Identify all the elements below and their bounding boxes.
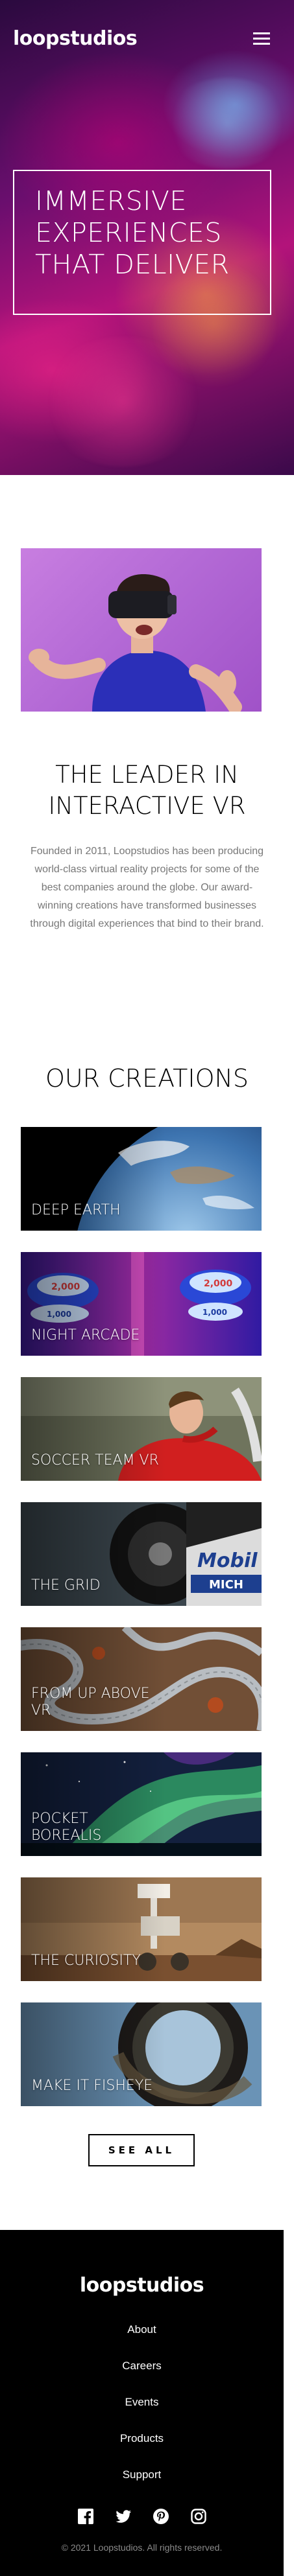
creation-label: NIGHT ARCADE	[31, 1327, 140, 1343]
interactive-description: Founded in 2011, Loopstudios has been pr…	[30, 846, 264, 929]
logo[interactable]: loopstudios	[13, 27, 138, 50]
hamburger-icon	[253, 32, 270, 34]
hero-title: IMMERSIVE EXPERIENCES THAT DELIVER	[35, 185, 230, 280]
footer-link-products[interactable]: Products	[0, 2431, 284, 2468]
creation-label: THE CURIOSITY	[31, 1953, 141, 1969]
instagram-icon[interactable]	[190, 2509, 206, 2524]
twitter-icon[interactable]	[115, 2509, 131, 2524]
copyright-text: © 2021 Loopstudios. All rights reserved.	[61, 2542, 223, 2553]
creation-label: FROM UP ABOVE VR	[31, 1686, 150, 1719]
footer: loopstudios About Careers Events Product…	[0, 2230, 284, 2576]
hero-section: loopstudios IMMERSIVE EXPERIENCES THAT D…	[0, 0, 294, 475]
see-all-button[interactable]: SEE ALL	[88, 2134, 195, 2166]
creation-label: POCKET BOREALIS	[31, 1811, 102, 1844]
pinterest-icon[interactable]	[153, 2509, 169, 2524]
creation-label: DEEP EARTH	[31, 1202, 121, 1218]
creation-card-soccer-team-vr[interactable]: SOCCER TEAM VR	[21, 1377, 262, 1481]
creation-card-the-grid[interactable]: Mobil MICH THE GRID	[21, 1502, 262, 1606]
creation-card-pocket-borealis[interactable]: POCKET BOREALIS	[21, 1752, 262, 1856]
vr-user-image	[21, 548, 262, 712]
footer-logo[interactable]: loopstudios	[0, 2274, 284, 2297]
footer-link-about[interactable]: About	[0, 2323, 284, 2359]
footer-nav: About Careers Events Products Support	[0, 2323, 284, 2504]
menu-button[interactable]	[253, 32, 270, 45]
footer-link-careers[interactable]: Careers	[0, 2359, 284, 2395]
hero-title-box: IMMERSIVE EXPERIENCES THAT DELIVER	[13, 170, 271, 315]
footer-link-support[interactable]: Support	[0, 2468, 284, 2504]
creation-label: SOCCER TEAM VR	[31, 1452, 159, 1468]
footer-link-events[interactable]: Events	[0, 2395, 284, 2431]
creation-card-the-curiosity[interactable]: THE CURIOSITY	[21, 1877, 262, 1981]
creation-card-from-up-above-vr[interactable]: FROM UP ABOVE VR	[21, 1627, 262, 1731]
creation-label: THE GRID	[31, 1577, 101, 1594]
hero-bg-highlight	[162, 78, 292, 168]
interactive-title: THE LEADER IN INTERACTIVE VR	[48, 761, 246, 820]
creation-card-deep-earth[interactable]: DEEP EARTH	[21, 1127, 262, 1231]
page-edge	[284, 2230, 294, 2576]
creations-title: OUR CREATIONS	[45, 1064, 249, 1093]
social-links	[0, 2509, 284, 2524]
facebook-icon[interactable]	[77, 2509, 93, 2524]
creation-card-make-it-fisheye[interactable]: MAKE IT FISHEYE	[21, 2002, 262, 2106]
hamburger-icon-bar	[253, 38, 270, 40]
hamburger-icon-bar	[253, 43, 270, 45]
creation-card-night-arcade[interactable]: 2,000 1,000 2,000 1,000 NIGHT ARCADE	[21, 1252, 262, 1356]
vr-person-illustration	[29, 574, 242, 712]
creation-label: MAKE IT FISHEYE	[31, 2078, 153, 2094]
